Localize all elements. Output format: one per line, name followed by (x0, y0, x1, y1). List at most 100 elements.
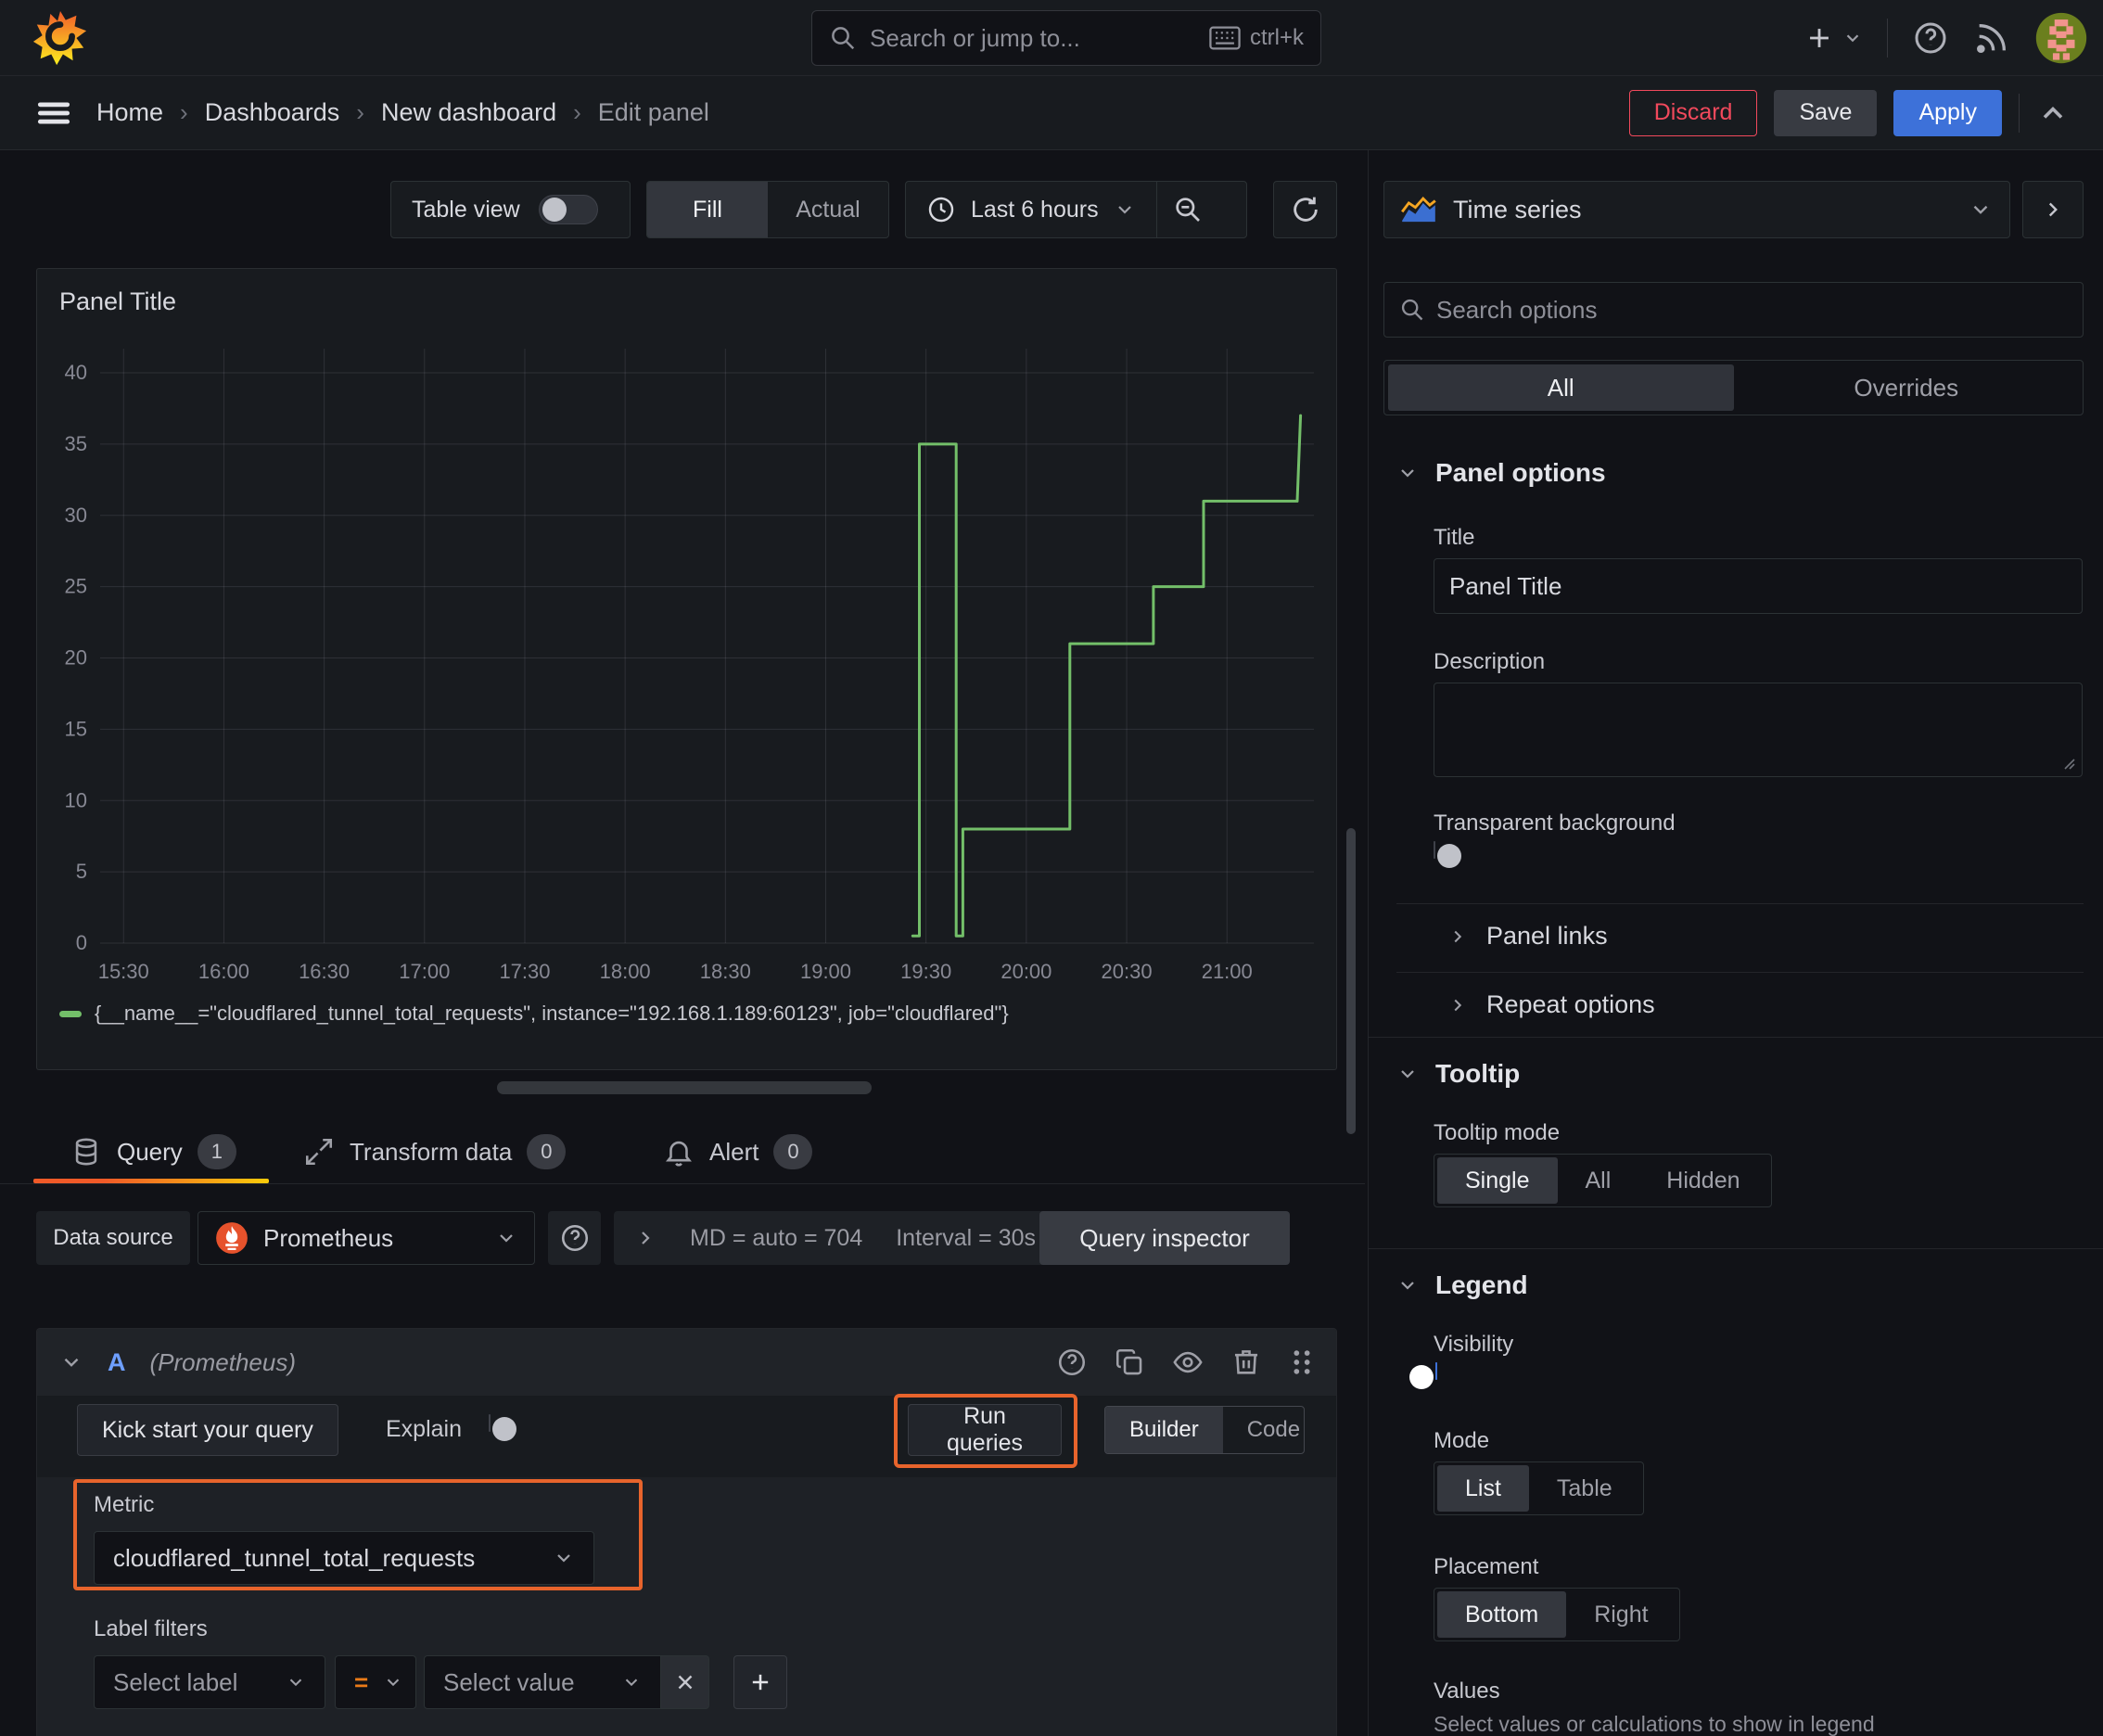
tab-query[interactable]: Query 1 (70, 1120, 236, 1183)
svg-text:17:00: 17:00 (399, 960, 450, 983)
help-icon[interactable] (1056, 1347, 1088, 1378)
section-panel-options[interactable]: Panel options (1396, 458, 1606, 488)
scrollbar-thumb[interactable] (1346, 828, 1356, 1134)
zoom-out-button[interactable] (1157, 182, 1218, 237)
chevron-down-icon (1117, 206, 1131, 214)
options-search-input[interactable] (1436, 295, 2068, 325)
panel-options-title: Panel options (1435, 458, 1606, 487)
run-queries-button[interactable]: Run queries (908, 1403, 1062, 1456)
tooltip-title: Tooltip (1435, 1059, 1521, 1088)
table-view-toggle[interactable] (538, 195, 598, 224)
svg-text:20:00: 20:00 (1001, 960, 1052, 983)
duplicate-icon[interactable] (1114, 1347, 1145, 1378)
builder-option[interactable]: Builder (1105, 1407, 1223, 1453)
operator-dropdown[interactable]: = (335, 1655, 416, 1709)
description-label: Description (1434, 649, 1546, 674)
select-value-dropdown[interactable]: Select value (424, 1655, 661, 1709)
visualization-picker[interactable]: Time series (1383, 181, 2010, 238)
kick-start-button[interactable]: Kick start your query (77, 1404, 338, 1456)
tab-all[interactable]: All (1388, 364, 1734, 411)
tab-overrides[interactable]: Overrides (1734, 364, 2080, 411)
discard-button[interactable]: Discard (1628, 89, 1758, 136)
time-range-picker[interactable]: Last 6 hours (906, 182, 1156, 237)
section-panel-links[interactable]: Panel links (1447, 922, 1608, 951)
datasource-row: Data source Prometheus MD = auto = 704 I… (0, 1211, 1365, 1265)
options-search[interactable] (1383, 282, 2084, 338)
tab-transform[interactable]: Transform data 0 (303, 1120, 567, 1183)
placement-bottom[interactable]: Bottom (1437, 1591, 1567, 1638)
query-inspector-button[interactable]: Query inspector (1039, 1211, 1290, 1265)
datasource-picker[interactable]: Prometheus (198, 1211, 535, 1265)
query-datasource-hint: (Prometheus) (149, 1347, 297, 1376)
chevron-down-icon (1401, 1282, 1414, 1290)
help-icon (1915, 22, 1946, 54)
eye-icon[interactable] (1171, 1347, 1204, 1378)
breadcrumb-dashboards[interactable]: Dashboards (205, 98, 340, 127)
fill-option[interactable]: Fill (647, 182, 768, 237)
menu-toggle-button[interactable] (33, 93, 74, 134)
tooltip-mode-hidden[interactable]: Hidden (1638, 1157, 1767, 1204)
section-tooltip[interactable]: Tooltip (1396, 1059, 1520, 1089)
panel-title-input[interactable] (1449, 571, 2067, 601)
tab-alert[interactable]: Alert 0 (663, 1120, 813, 1183)
tooltip-mode-switch: Single All Hidden (1434, 1154, 1772, 1207)
actual-option[interactable]: Actual (768, 182, 888, 237)
transparent-bg-label: Transparent background (1434, 811, 1676, 836)
options-sidebar: Time series All Overrides Panel options … (1368, 150, 2103, 1736)
add-filter-button[interactable] (733, 1655, 787, 1709)
svg-text:15:30: 15:30 (98, 960, 149, 983)
metric-select[interactable]: cloudflared_tunnel_total_requests (94, 1531, 594, 1585)
visibility-label: Visibility (1434, 1332, 1514, 1357)
shortcut-label: ctrl+k (1249, 25, 1304, 50)
collapse-options-button[interactable] (2036, 96, 2070, 130)
new-menu-button[interactable] (1803, 22, 1863, 54)
save-button[interactable]: Save (1774, 89, 1878, 136)
query-row-header[interactable]: A (Prometheus) (37, 1329, 1336, 1396)
breadcrumb-new-dashboard[interactable]: New dashboard (381, 98, 556, 127)
description-field[interactable] (1434, 683, 2083, 777)
svg-text:10: 10 (65, 788, 87, 811)
global-search[interactable]: ctrl+k (811, 10, 1321, 66)
chevron-down-icon (621, 1672, 642, 1692)
legend-mode-list[interactable]: List (1437, 1465, 1529, 1512)
explain-toggle[interactable] (489, 1414, 516, 1441)
collapse-sidebar-button[interactable] (2022, 181, 2084, 238)
datasource-help-button[interactable] (548, 1211, 601, 1265)
tooltip-mode-single[interactable]: Single (1437, 1157, 1558, 1204)
time-range-label: Last 6 hours (971, 196, 1099, 223)
breadcrumb-home[interactable]: Home (96, 98, 163, 127)
time-series-chart[interactable]: 0 5 10 15 20 25 30 35 40 15:30 16:00 16:30 17:00 17:3… (46, 325, 1331, 1003)
remove-filter-button[interactable] (661, 1655, 709, 1709)
placement-right[interactable]: Right (1566, 1591, 1676, 1638)
query-editor-card: A (Prometheus) Kick start your query Exp… (36, 1328, 1337, 1736)
metric-field: Metric cloudflared_tunnel_total_requests (94, 1492, 594, 1585)
code-option[interactable]: Code (1223, 1407, 1304, 1453)
visibility-toggle[interactable] (1409, 1362, 1437, 1389)
panel-title: Panel Title (59, 287, 177, 315)
grafana-logo-icon[interactable] (32, 9, 89, 67)
placement-label: Placement (1434, 1554, 1539, 1579)
section-repeat-options[interactable]: Repeat options (1447, 990, 1655, 1019)
section-legend[interactable]: Legend (1396, 1270, 1528, 1300)
legend-item[interactable]: {__name__="cloudflared_tunnel_total_requ… (59, 1002, 1009, 1026)
news-button[interactable] (1973, 19, 2010, 57)
transparent-bg-toggle[interactable] (1434, 841, 1461, 868)
metric-label: Metric (94, 1492, 155, 1517)
refresh-button[interactable] (1273, 181, 1337, 238)
tooltip-mode-all[interactable]: All (1558, 1157, 1639, 1204)
chevron-right-icon[interactable] (634, 1227, 656, 1249)
resize-handle[interactable] (497, 1081, 872, 1094)
trash-icon[interactable] (1230, 1347, 1262, 1378)
help-button[interactable] (1912, 19, 1949, 57)
select-label-dropdown[interactable]: Select label (94, 1655, 325, 1709)
drag-grip-icon[interactable] (1288, 1347, 1316, 1378)
search-input[interactable] (870, 23, 1196, 53)
query-builder-area: Metric cloudflared_tunnel_total_requests… (37, 1477, 1336, 1736)
apply-button[interactable]: Apply (1893, 89, 2002, 136)
panel-title-field[interactable] (1434, 558, 2083, 614)
description-input[interactable] (1449, 693, 2067, 767)
avatar[interactable] (2034, 11, 2088, 65)
max-data-points: MD = auto = 704 (690, 1224, 863, 1251)
resize-grip-icon[interactable] (2061, 756, 2076, 771)
legend-mode-table[interactable]: Table (1529, 1465, 1640, 1512)
